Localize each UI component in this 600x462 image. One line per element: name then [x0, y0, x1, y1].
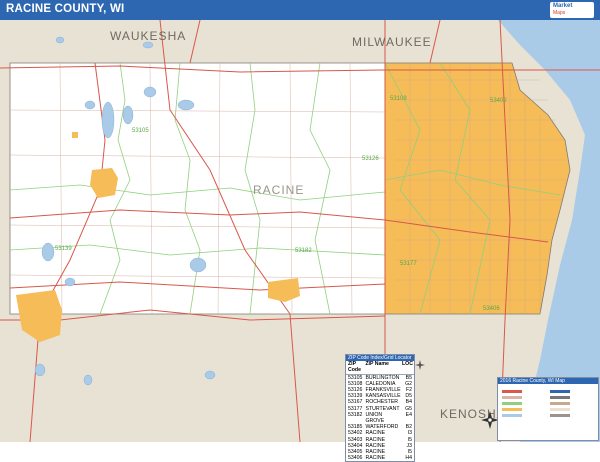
zip-code-cell: 53182 — [348, 411, 363, 418]
label-kenosha: KENOSHA — [440, 407, 506, 421]
legend-swatch-county-line — [550, 396, 570, 399]
legend-swatch-city-limit — [550, 414, 570, 417]
title-bar: RACINE COUNTY, WI Market Maps — [0, 0, 600, 20]
col-name: ZIP Name — [365, 361, 389, 368]
label-racine: RACINE — [253, 183, 304, 197]
map-frame: RACINE COUNTY, WI Market Maps WAUKESHA M… — [0, 0, 600, 462]
zip-label: 53406 — [483, 306, 500, 312]
map-legend: 2016 Racine County, WI Map — [497, 377, 599, 441]
publisher-logo: Market Maps — [550, 2, 594, 18]
zip-code-index: ZIP Code Index/Grid Locator ZIP Code ZIP… — [345, 354, 415, 462]
zip-label: 53105 — [132, 128, 149, 134]
col-loc: LOC — [402, 361, 413, 368]
legend-swatch-interstate — [550, 390, 570, 393]
legend-swatch-zip-boundary — [502, 402, 522, 405]
zip-label: 53177 — [400, 261, 417, 267]
map-title: RACINE COUNTY, WI — [6, 3, 125, 15]
zip-label: 53139 — [55, 246, 72, 252]
legend-swatch-major-road — [502, 390, 522, 393]
legend-swatch-neighbor — [550, 408, 570, 411]
zip-index-rows: 53105 BURLINGTON B5 53108 CALEDONIA G2 53126 FR… — [346, 375, 414, 462]
zip-loc-cell: E4 — [405, 411, 412, 418]
legend-swatch-urban — [502, 408, 522, 411]
zip-label: 53108 — [390, 96, 407, 102]
legend-swatch-water — [502, 414, 522, 417]
legend-swatch-street — [550, 402, 570, 405]
zip-index-row: 53406 RACINE H4 — [346, 455, 414, 461]
zip-code-cell: 53406 — [348, 455, 363, 462]
logo-line-2: Maps — [553, 10, 566, 16]
legend-swatch-minor-road — [502, 396, 522, 399]
zip-name-cell: UNION GROVE — [365, 411, 385, 425]
zip-label: 53182 — [295, 248, 312, 254]
label-milwaukee: MILWAUKEE — [352, 35, 432, 49]
label-waukesha: WAUKESHA — [110, 29, 186, 43]
legend-header: 2016 Racine County, WI Map — [498, 378, 598, 384]
zip-loc-cell: H4 — [405, 455, 412, 462]
zip-index-row: 53182 UNION GROVE E4 — [346, 412, 414, 424]
zip-index-columns: ZIP Code ZIP Name LOC — [346, 361, 414, 375]
logo-line-1: Market — [553, 3, 573, 9]
zip-label: 53402 — [490, 98, 507, 104]
col-zip: ZIP Code — [348, 361, 361, 374]
zip-label: 53126 — [362, 156, 379, 162]
zip-name-cell: RACINE — [365, 455, 386, 462]
